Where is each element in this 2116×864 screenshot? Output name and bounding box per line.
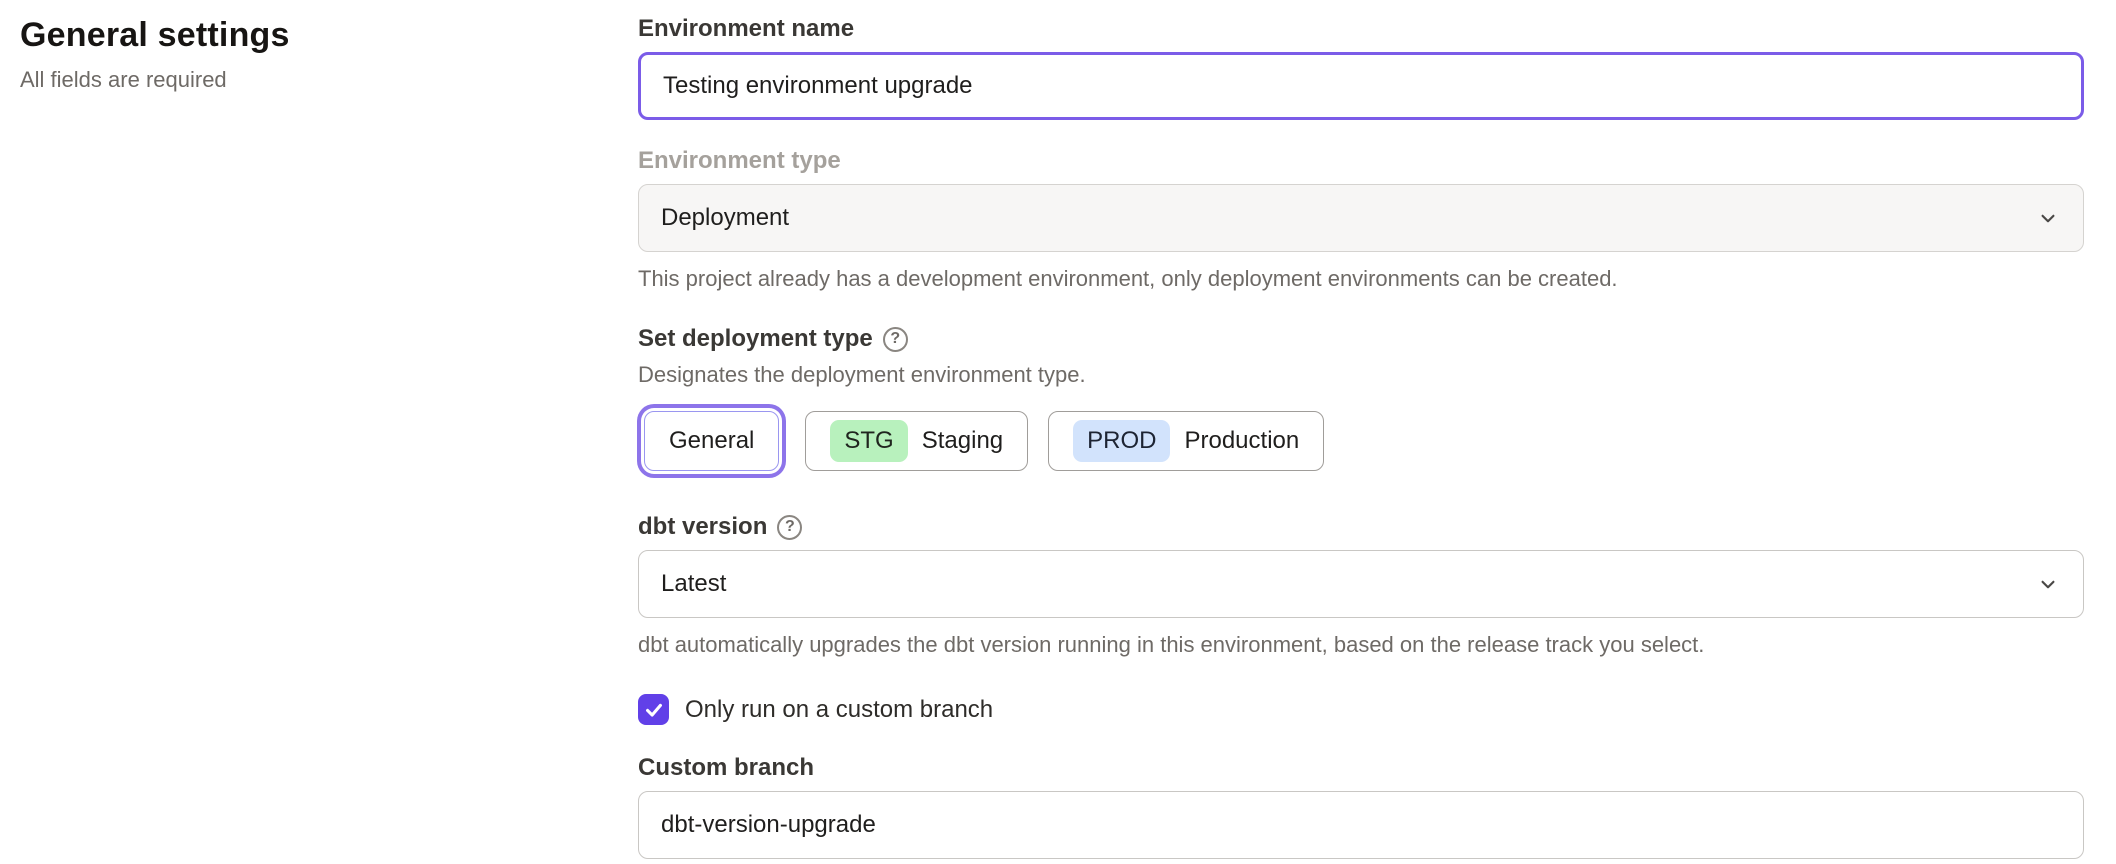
page-header: General settings All fields are required [20,16,290,93]
environment-type-select: Deployment [638,184,2084,252]
deployment-type-label-text: Set deployment type [638,324,873,354]
general-settings-form: Environment name Environment type Deploy… [638,14,2084,859]
dbt-version-helper: dbt automatically upgrades the dbt versi… [638,630,2084,660]
environment-type-helper: This project already has a development e… [638,264,2084,294]
checkmark-icon [643,699,665,721]
custom-branch-checkbox-label[interactable]: Only run on a custom branch [685,696,993,724]
environment-name-label: Environment name [638,14,2084,44]
environment-type-value: Deployment [661,204,789,232]
chevron-down-icon [2035,571,2061,597]
dbt-version-select[interactable]: Latest [638,550,2084,618]
custom-branch-checkbox-row: Only run on a custom branch [638,694,2084,725]
deployment-option-production[interactable]: PROD Production [1048,411,1324,471]
deployment-type-label: Set deployment type ? [638,324,2084,354]
deployment-option-production-label: Production [1184,427,1299,455]
production-badge: PROD [1073,420,1170,462]
deployment-option-staging[interactable]: STG Staging [805,411,1028,471]
environment-name-input[interactable] [638,52,2084,120]
deployment-option-general[interactable]: General [644,411,779,471]
deployment-option-staging-label: Staging [922,427,1003,455]
dbt-version-label: dbt version ? [638,512,2084,542]
deployment-type-options: General STG Staging PROD Production [638,404,2084,478]
custom-branch-checkbox[interactable] [638,694,669,725]
chevron-down-icon [2035,205,2061,231]
help-icon[interactable]: ? [777,515,802,540]
environment-type-label: Environment type [638,146,2084,176]
deployment-type-helper: Designates the deployment environment ty… [638,360,2084,390]
dbt-version-label-text: dbt version [638,512,767,542]
help-icon[interactable]: ? [883,327,908,352]
page-title: General settings [20,16,290,55]
custom-branch-input[interactable] [638,791,2084,859]
dbt-version-value: Latest [661,570,726,598]
custom-branch-label: Custom branch [638,753,2084,783]
staging-badge: STG [830,420,907,462]
page-subtitle: All fields are required [20,67,290,93]
deployment-option-general-label: General [669,427,754,455]
